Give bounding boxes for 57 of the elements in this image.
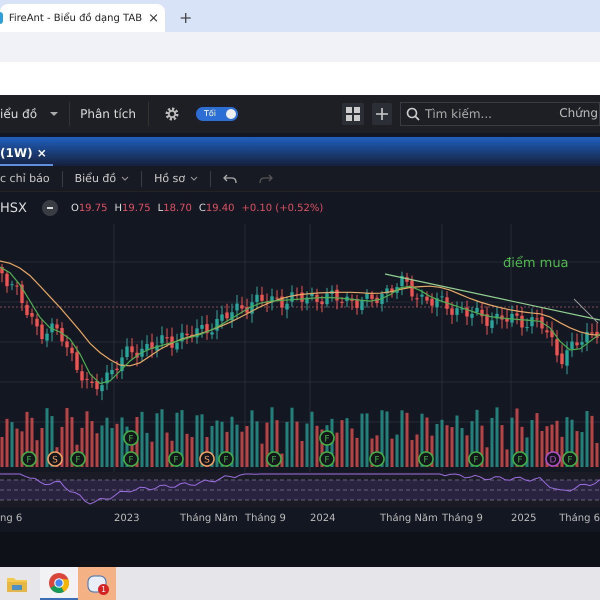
axis-label: ng 6 xyxy=(0,513,22,524)
axis-label: Tháng 6 xyxy=(559,513,600,524)
annotation-text: điểm mua xyxy=(503,256,569,271)
close-tab-button[interactable]: × xyxy=(148,10,159,26)
analysis-menu[interactable]: Phân tích xyxy=(70,102,149,126)
event-marker[interactable]: F xyxy=(418,451,434,467)
profile-menu[interactable]: Hồ sơ xyxy=(142,172,210,185)
chart-type-menu[interactable]: Biểu đồ xyxy=(62,172,142,185)
event-marker[interactable]: S xyxy=(47,451,63,467)
event-marker[interactable]: F xyxy=(319,430,335,446)
leader-line xyxy=(574,298,598,324)
caret-icon xyxy=(49,111,60,117)
event-marker[interactable]: F xyxy=(21,451,37,467)
event-marker[interactable]: F xyxy=(168,451,184,467)
event-marker[interactable]: D xyxy=(545,451,561,467)
ohlc-value: O19.75 xyxy=(70,202,108,214)
filter-label: Chứng xyxy=(559,106,598,120)
event-marker[interactable]: F xyxy=(218,451,234,467)
indicators-menu[interactable]: c chỉ báo xyxy=(0,172,62,185)
event-marker[interactable]: F xyxy=(70,451,86,467)
axis-label: Tháng Năm xyxy=(180,513,238,524)
axis-label: 2025 xyxy=(511,513,536,524)
chevron-icon xyxy=(190,176,198,181)
chevron-icon xyxy=(121,176,130,181)
add-button[interactable] xyxy=(372,103,392,125)
settings-icon[interactable] xyxy=(164,106,180,122)
event-marker[interactable]: F xyxy=(123,451,139,467)
event-marker[interactable]: F xyxy=(369,451,385,467)
axis-label: Tháng 9 xyxy=(245,513,286,524)
event-marker[interactable]: F xyxy=(319,451,335,467)
layout-grid-button[interactable] xyxy=(342,103,364,125)
axis-label: 2024 xyxy=(310,513,336,524)
event-marker[interactable]: F xyxy=(123,430,139,446)
event-marker[interactable]: F xyxy=(512,451,528,467)
exchange-label: HSX xyxy=(0,200,27,216)
event-marker[interactable]: F xyxy=(562,451,578,467)
undo-icon[interactable] xyxy=(223,174,238,184)
axis-label: 2023 xyxy=(114,513,140,524)
event-marker[interactable]: S xyxy=(199,451,215,467)
collapse-button[interactable] xyxy=(42,200,58,216)
axis-label: Tháng 9 xyxy=(442,513,483,524)
theme-toggle[interactable]: Tối xyxy=(196,107,238,121)
notification-badge: 1 xyxy=(98,584,109,595)
price-change: +0.10 (+0.52%) xyxy=(241,202,324,214)
new-tab-button[interactable]: + xyxy=(179,8,192,27)
ohlc-value: H19.75 xyxy=(114,202,151,214)
site-icon xyxy=(0,12,3,24)
browser-tab[interactable]: FireAnt - Biểu đồ dạng TAB × xyxy=(0,4,165,32)
event-marker[interactable]: F xyxy=(266,451,282,467)
ohlc-value: C19.40 xyxy=(198,202,234,214)
tab-title: FireAnt - Biểu đồ dạng TAB xyxy=(8,12,142,24)
chart-menu-dropdown[interactable]: iểu đồ xyxy=(0,102,70,126)
search-icon xyxy=(406,107,420,121)
axis-label: Tháng Năm xyxy=(380,513,438,524)
ohlc-value: L18.70 xyxy=(158,202,192,214)
browser-icon[interactable] xyxy=(48,572,70,594)
event-marker[interactable]: F xyxy=(468,451,484,467)
